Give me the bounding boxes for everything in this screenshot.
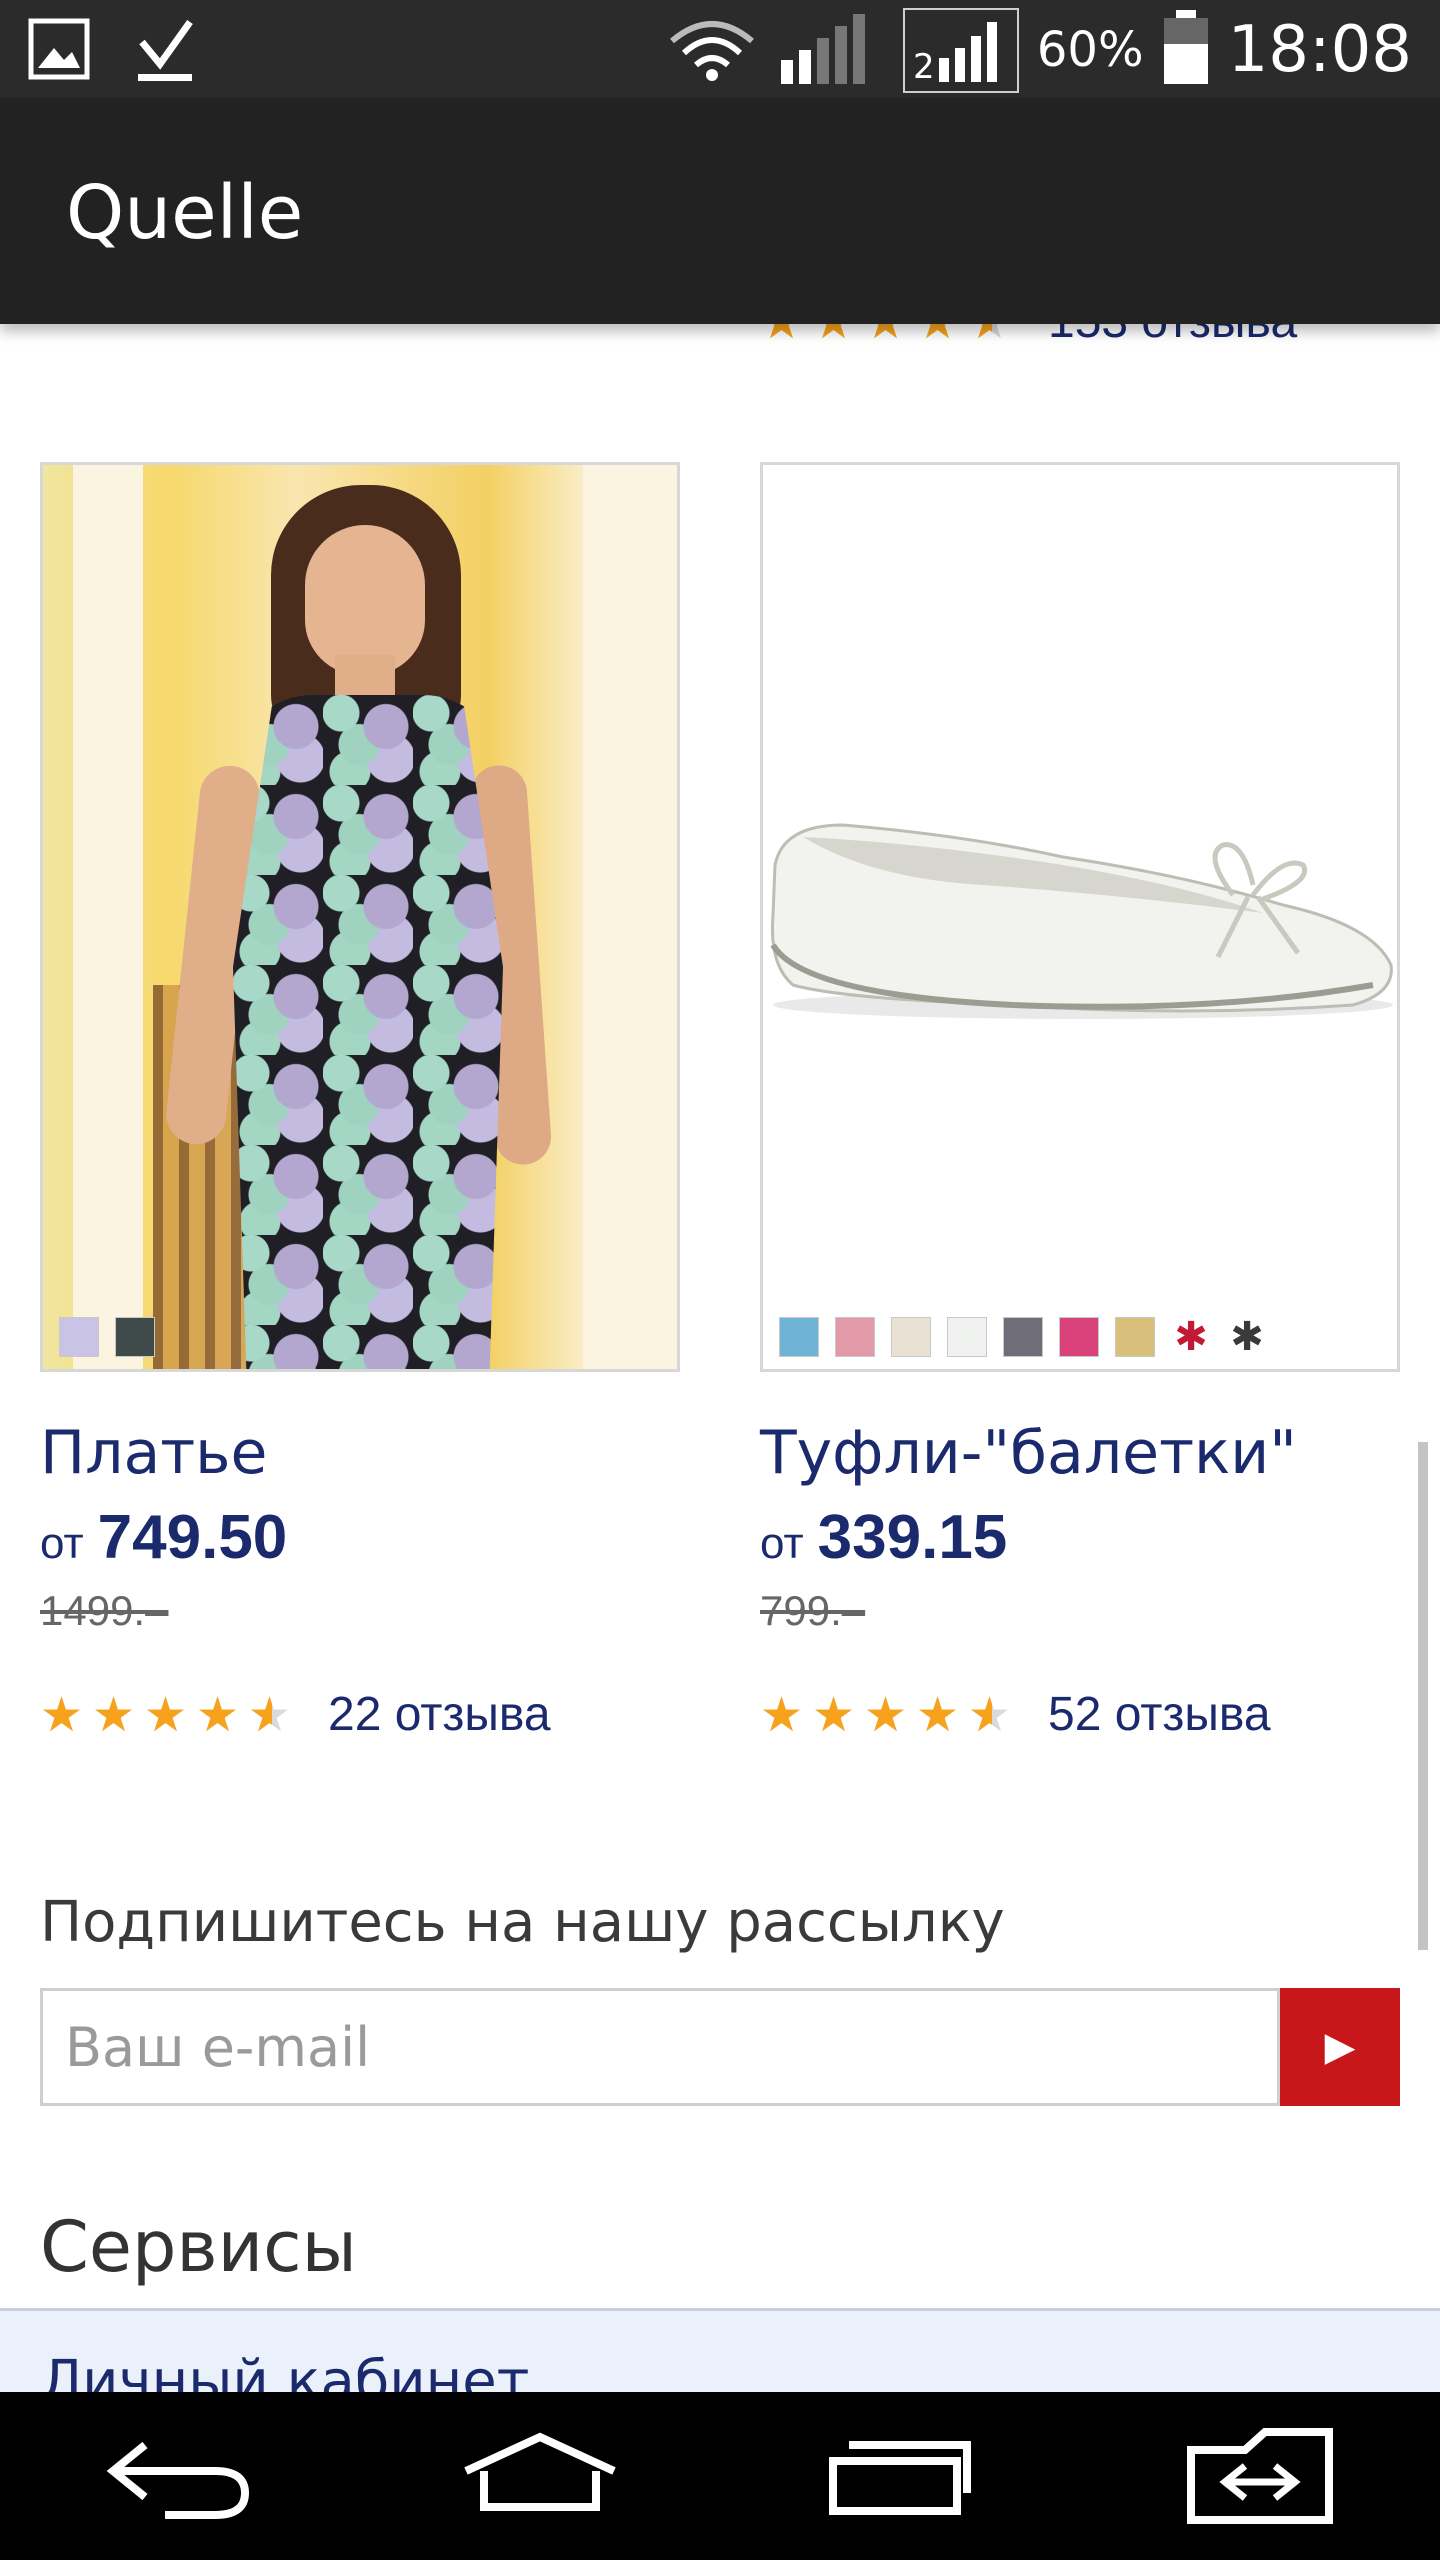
product-card-ballet-flats[interactable]: ✱ ✱ Туфли-"балетки" от 339.15 799.– ★ ★ ★… — [760, 462, 1400, 1742]
color-swatch[interactable] — [1115, 1317, 1155, 1357]
price-row: от 339.15 — [760, 1502, 1400, 1573]
star-icon: ★★ — [864, 1686, 908, 1743]
previous-item-rating[interactable]: ★★ ★★ ★★ ★★ ★★ 153 отзыва — [760, 324, 1297, 349]
price-row: от 749.50 — [40, 1502, 680, 1573]
reviews-count[interactable]: 153 отзыва — [1048, 324, 1297, 349]
back-button[interactable] — [100, 2416, 260, 2536]
system-nav-bar — [0, 2392, 1440, 2560]
old-price: 1499.– — [40, 1587, 169, 1634]
ballet-flat-illustration — [770, 823, 1393, 1019]
leather-icon[interactable]: ✱ — [1227, 1317, 1267, 1357]
recent-apps-icon — [829, 2441, 971, 2515]
product-card-dress[interactable]: Платье от 749.50 1499.– ★ ★ ★ ★ ★ ★ ★ ★ ★ ★ 2… — [40, 462, 680, 1742]
model-face — [305, 525, 425, 675]
home-icon — [464, 2432, 616, 2511]
color-swatch[interactable] — [59, 1317, 99, 1357]
recent-apps-button[interactable] — [820, 2416, 980, 2536]
rating-stars: ★★ ★★ ★★ ★★ ★★ — [760, 324, 1016, 346]
gallery-notification-icon — [28, 18, 90, 89]
model-dress — [233, 695, 503, 1369]
reviews-count[interactable]: 22 отзыва — [328, 1687, 551, 1742]
svg-text:2: 2 — [913, 47, 935, 84]
product-list-content[interactable]: ★★ ★★ ★★ ★★ ★★ 153 отзыва Платье — [0, 324, 1440, 2392]
color-swatches — [59, 1317, 155, 1357]
product-image-ballet-flats[interactable]: ✱ ✱ — [760, 462, 1400, 1372]
star-icon: ★★ — [196, 1686, 240, 1743]
star-half-icon: ★★ — [968, 1686, 1012, 1743]
services-item-account[interactable]: Личный кабинет — [40, 2349, 529, 2392]
star-icon: ★★ — [40, 1686, 84, 1743]
price: 749.50 — [97, 1503, 288, 1572]
color-swatch[interactable] — [115, 1317, 155, 1357]
newsletter-label: Подпишитесь на нашу рассылку — [40, 1890, 1005, 1955]
star-icon: ★★ — [864, 324, 912, 346]
signal-sim2-icon: 2 — [902, 7, 1019, 93]
color-swatch[interactable] — [1003, 1317, 1043, 1357]
color-swatches: ✱ ✱ — [779, 1317, 1267, 1357]
services-list: Личный кабинет — [0, 2311, 1440, 2392]
product-image-dress[interactable] — [40, 462, 680, 1372]
wifi-icon — [667, 13, 757, 88]
product-photo-background — [763, 465, 1397, 1369]
color-swatch[interactable] — [1059, 1317, 1099, 1357]
back-icon — [106, 2441, 250, 2519]
color-swatch[interactable] — [779, 1317, 819, 1357]
home-button[interactable] — [460, 2416, 620, 2536]
star-half-icon: ★★ — [248, 1686, 292, 1743]
old-price: 799.– — [760, 1587, 866, 1634]
star-icon: ★★ — [916, 1686, 960, 1743]
subscribe-button[interactable]: ▶ — [1280, 1988, 1400, 2106]
scrollbar[interactable] — [1418, 1442, 1428, 1950]
star-icon: ★★ — [812, 1686, 856, 1743]
rating-stars: ★★ ★★ ★★ ★★ ★★ — [40, 1691, 296, 1739]
price: 339.15 — [817, 1503, 1008, 1572]
star-icon: ★★ — [916, 324, 964, 346]
star-icon: ★★ — [760, 324, 808, 346]
leather-icon[interactable]: ✱ — [1171, 1317, 1211, 1357]
app-bar: Quelle — [0, 98, 1440, 324]
product-rating[interactable]: ★ ★ ★ ★ ★ ★ ★ ★ ★ ★ 22 отзыва — [40, 1687, 680, 1742]
star-half-icon: ★★ — [968, 324, 1016, 346]
product-title[interactable]: Туфли-"балетки" — [760, 1418, 1400, 1488]
download-complete-icon — [134, 18, 196, 89]
clock: 18:08 — [1227, 13, 1412, 87]
color-swatch[interactable] — [835, 1317, 875, 1357]
status-bar: 2 60% 18:08 — [0, 0, 1440, 98]
battery-icon — [1162, 9, 1210, 91]
product-rating[interactable]: ★ ★ ★ ★ ★ ★ ★ ★ ★ ★ 52 отзыва — [760, 1687, 1400, 1742]
rating-stars: ★★ ★★ ★★ ★★ ★★ — [760, 1691, 1016, 1739]
product-title[interactable]: Платье — [40, 1418, 680, 1488]
color-swatch[interactable] — [891, 1317, 931, 1357]
app-title: Quelle — [66, 170, 304, 256]
signal-sim1-icon — [775, 8, 885, 93]
star-icon: ★★ — [760, 1686, 804, 1743]
star-icon: ★★ — [144, 1686, 188, 1743]
photo-pillar — [73, 465, 143, 1369]
battery-percent: 60% — [1036, 22, 1144, 78]
price-prefix: от — [760, 1519, 804, 1568]
star-icon: ★★ — [812, 324, 860, 346]
email-input[interactable] — [43, 1991, 1277, 2103]
switch-window-button[interactable] — [1180, 2416, 1340, 2536]
services-title: Сервисы — [40, 2206, 357, 2288]
dual-window-icon — [1187, 2428, 1333, 2524]
arrow-right-icon: ▶ — [1324, 2025, 1356, 2069]
reviews-count[interactable]: 52 отзыва — [1048, 1687, 1271, 1742]
color-swatch[interactable] — [947, 1317, 987, 1357]
photo-pillar — [583, 465, 677, 1369]
star-icon: ★★ — [92, 1686, 136, 1743]
price-prefix: от — [40, 1519, 84, 1568]
email-field[interactable] — [40, 1988, 1280, 2106]
